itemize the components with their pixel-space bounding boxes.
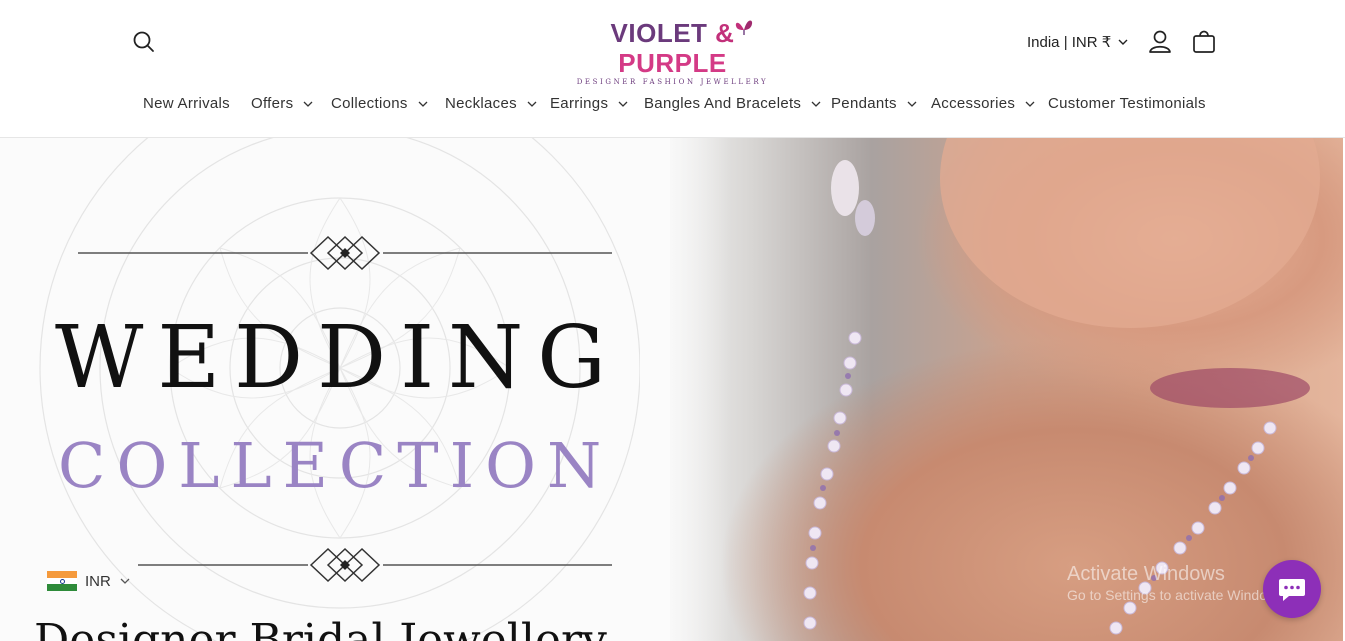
search-icon[interactable]	[130, 28, 158, 56]
watermark-subtitle: Go to Settings to activate Windows.	[1067, 587, 1288, 603]
activate-windows-watermark: Activate Windows Go to Settings to activ…	[1067, 562, 1288, 604]
account-icon[interactable]	[1147, 28, 1173, 56]
nav-label: Customer Testimonials	[1048, 95, 1206, 112]
nav-item-bangles-and-bracelets[interactable]: Bangles And Bracelets	[644, 92, 822, 116]
hero-image-fade	[640, 138, 730, 641]
country-currency-selector[interactable]: India | INR ₹	[1027, 33, 1129, 51]
nav-label: Earrings	[550, 95, 609, 112]
chevron-down-icon	[907, 101, 917, 107]
hero-text-panel: WEDDING COLLECTION Designer Bridal Jewel…	[0, 138, 700, 641]
chevron-down-icon	[811, 101, 821, 107]
nav-label: Offers	[251, 95, 294, 112]
nav-item-necklaces[interactable]: Necklaces	[445, 92, 538, 116]
region-label: India | INR ₹	[1027, 34, 1112, 51]
nav-item-offers[interactable]: Offers	[251, 92, 314, 116]
logo-tagline: Designer Fashion Jewellery	[576, 78, 769, 86]
chevron-down-icon	[1025, 101, 1035, 107]
currency-selector[interactable]: INR	[47, 571, 131, 592]
nav-item-collections[interactable]: Collections	[331, 92, 429, 116]
india-flag-icon	[47, 571, 77, 592]
butterfly-icon	[735, 20, 753, 35]
nav-label: Necklaces	[445, 95, 517, 112]
cart-icon[interactable]	[1191, 28, 1217, 56]
chevron-down-icon	[303, 101, 313, 107]
nav-item-customer-testimonials[interactable]: Customer Testimonials	[1048, 92, 1206, 116]
chat-bubble-icon	[1279, 579, 1305, 601]
chevron-down-icon	[418, 101, 428, 107]
top-ornament-divider	[78, 235, 612, 271]
main-navigation: New Arrivals Offers Collections Necklace…	[0, 92, 1345, 118]
chevron-down-icon	[527, 101, 537, 107]
site-header: VIOLET & PURPLE Designer Fashion Jewelle…	[0, 0, 1345, 138]
currency-code: INR	[85, 572, 111, 590]
nav-label: Collections	[331, 95, 408, 112]
hero-subtitle: Designer Bridal Jewellery	[34, 615, 607, 641]
bottom-ornament-divider	[138, 547, 612, 583]
chevron-down-icon	[1118, 39, 1128, 45]
nav-label: Bangles And Bracelets	[644, 95, 802, 112]
nav-label: Accessories	[931, 95, 1016, 112]
hero-title-collection: COLLECTION	[58, 429, 613, 502]
nav-item-new-arrivals[interactable]: New Arrivals	[143, 92, 230, 116]
nav-item-accessories[interactable]: Accessories	[931, 92, 1036, 116]
chat-widget-button[interactable]	[1263, 560, 1321, 618]
brand-logo[interactable]: VIOLET & PURPLE Designer Fashion Jewelle…	[565, 18, 780, 86]
hero-title-wedding: WEDDING	[55, 308, 620, 408]
nav-label: New Arrivals	[143, 95, 230, 112]
watermark-title: Activate Windows	[1067, 563, 1225, 585]
nav-item-pendants[interactable]: Pendants	[831, 92, 918, 116]
nav-item-earrings[interactable]: Earrings	[550, 92, 629, 116]
chevron-down-icon	[120, 578, 130, 584]
nav-label: Pendants	[831, 95, 897, 112]
chevron-down-icon	[618, 101, 628, 107]
